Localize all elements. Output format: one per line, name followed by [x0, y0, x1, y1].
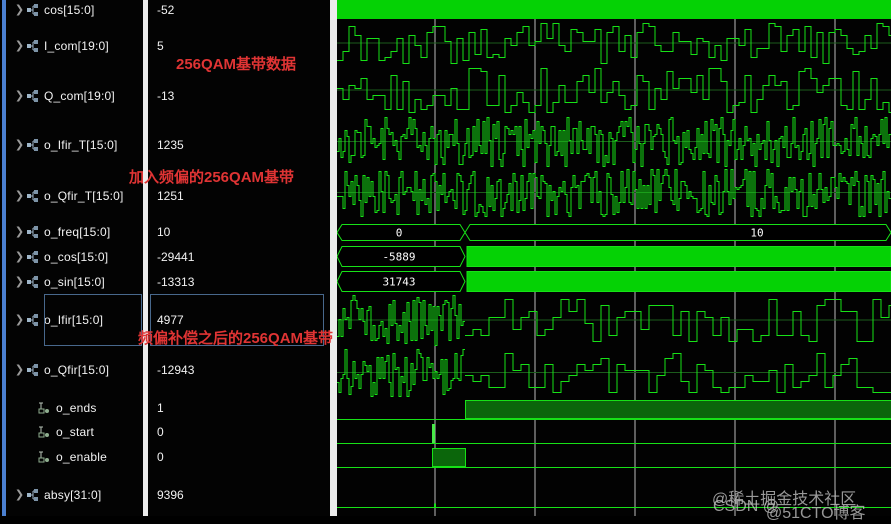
signal-value-o_cos: -29441	[157, 248, 194, 265]
signal-row-o_start[interactable]: ❯o_start	[6, 423, 94, 440]
signal-names-panel: ❯ cos[15:0] ❯ I_com[19:0] ❯ Q_com[19:0] ❯ o_Ifi…	[6, 0, 143, 516]
expand-chevron-icon[interactable]: ❯	[13, 225, 26, 238]
signal-value-o_Ifir_T: 1235	[157, 136, 184, 153]
expand-chevron-icon[interactable]: ❯	[13, 363, 26, 376]
bottom-border	[0, 516, 891, 524]
bus-signal-icon	[26, 190, 40, 202]
expand-chevron-icon[interactable]: ❯	[13, 275, 26, 288]
signal-value-label: 1235	[157, 138, 184, 152]
expand-chevron-icon[interactable]: ❯	[13, 3, 26, 16]
values-wave-splitter[interactable]	[330, 0, 337, 516]
signal-name-label: o_Qfir_T[15:0]	[44, 189, 124, 203]
signal-row-o_Ifir_T[interactable]: ❯ o_Ifir_T[15:0]	[6, 136, 118, 153]
signal-value-Q_com: -13	[157, 87, 174, 104]
signal-value-label: 9396	[157, 488, 184, 502]
svg-text:0: 0	[396, 227, 403, 240]
signal-name-label: I_com[19:0]	[44, 39, 109, 53]
signal-value-label: 5	[157, 39, 164, 53]
signal-value-label: 0	[157, 450, 164, 464]
signal-value-cos: -52	[157, 1, 174, 18]
signal-row-o_Qfir_T[interactable]: ❯ o_Qfir_T[15:0]	[6, 187, 124, 204]
signal-row-Q_com[interactable]: ❯ Q_com[19:0]	[6, 87, 115, 104]
signal-value-o_ends: 1	[157, 399, 164, 416]
watermark-51cto: @51CTO博客	[766, 499, 866, 523]
expand-chevron-icon[interactable]: ❯	[13, 138, 26, 151]
signal-name-label: Q_com[19:0]	[44, 89, 115, 103]
signal-value-label: -52	[157, 3, 174, 17]
signal-name-label: cos[15:0]	[44, 3, 95, 17]
bus-signal-icon	[26, 4, 40, 16]
expand-chevron-icon[interactable]: ❯	[13, 39, 26, 52]
signal-name-label: o_ends	[56, 401, 97, 415]
bus-signal-icon	[26, 90, 40, 102]
signal-row-I_com[interactable]: ❯ I_com[19:0]	[6, 37, 109, 54]
annotation-compensated: 频偏补偿之后的256QAM基带	[138, 327, 333, 348]
bus-signal-icon	[26, 251, 40, 263]
signal-row-o_enable[interactable]: ❯o_enable	[6, 448, 107, 465]
expand-chevron-icon[interactable]: ❯	[13, 250, 26, 263]
bus-signal-icon	[26, 139, 40, 151]
waveform-viewer-window: ❯ cos[15:0] ❯ I_com[19:0] ❯ Q_com[19:0] ❯ o_Ifi…	[0, 0, 891, 524]
signal-name-label: o_sin[15:0]	[44, 275, 105, 289]
signal-value-label: -29441	[157, 250, 194, 264]
signal-value-o_freq: 10	[157, 223, 170, 240]
signal-value-label: 1	[157, 401, 164, 415]
bus-signal-icon	[26, 364, 40, 376]
signal-value-o_Qfir: -12943	[157, 361, 194, 378]
signal-value-o_sin: -13313	[157, 273, 194, 290]
bus-signal-icon	[26, 226, 40, 238]
signal-name-label: o_Ifir_T[15:0]	[44, 138, 118, 152]
signal-row-o_ends[interactable]: ❯o_ends	[6, 399, 97, 416]
signal-value-I_com: 5	[157, 37, 164, 54]
bus-signal-icon	[26, 489, 40, 501]
scalar-signal-icon	[38, 402, 52, 414]
svg-text:-5889: -5889	[382, 251, 415, 264]
signal-name-label: o_start	[56, 425, 94, 439]
annotation-baseband: 256QAM基带数据	[176, 53, 296, 74]
signal-value-label: 1251	[157, 189, 184, 203]
signal-name-label: absy[31:0]	[44, 488, 101, 502]
annotation-freq-offset: 加入频偏的256QAM基带	[129, 166, 294, 187]
signal-row-o_Qfir[interactable]: ❯ o_Qfir[15:0]	[6, 361, 109, 378]
signal-name-label: o_freq[15:0]	[44, 225, 110, 239]
signal-name-label: o_enable	[56, 450, 107, 464]
bus-signal-icon	[26, 276, 40, 288]
signal-value-label: -12943	[157, 363, 194, 377]
scalar-signal-icon	[38, 451, 52, 463]
expand-chevron-icon[interactable]: ❯	[13, 89, 26, 102]
signal-value-o_Qfir_T: 1251	[157, 187, 184, 204]
signal-row-o_sin[interactable]: ❯ o_sin[15:0]	[6, 273, 105, 290]
signal-value-label: 0	[157, 425, 164, 439]
signal-row-o_freq[interactable]: ❯ o_freq[15:0]	[6, 223, 110, 240]
expand-chevron-icon[interactable]: ❯	[13, 313, 26, 326]
scalar-signal-icon	[38, 426, 52, 438]
signal-value-label: 10	[157, 225, 170, 239]
expand-chevron-icon[interactable]: ❯	[13, 488, 26, 501]
signal-values-panel: -525-131235125110-29441-133134977-129431…	[148, 0, 330, 516]
signal-value-label: -13	[157, 89, 174, 103]
bus-signal-icon	[26, 40, 40, 52]
signal-value-label: -13313	[157, 275, 194, 289]
waveform-canvas[interactable]: 0 10 -5889 31743	[337, 0, 891, 516]
waveform-plot: 0 10 -5889 31743	[337, 0, 891, 516]
signal-name-label: o_Qfir[15:0]	[44, 363, 109, 377]
selected-signal-name-box	[44, 294, 142, 346]
signal-value-o_start: 0	[157, 423, 164, 440]
signal-name-label: o_cos[15:0]	[44, 250, 108, 264]
bus-signal-icon	[26, 314, 40, 326]
svg-text:10: 10	[750, 227, 763, 240]
signal-row-absy[interactable]: ❯ absy[31:0]	[6, 486, 101, 503]
signal-row-cos[interactable]: ❯ cos[15:0]	[6, 1, 95, 18]
signal-value-absy: 9396	[157, 486, 184, 503]
signal-value-o_enable: 0	[157, 448, 164, 465]
svg-text:31743: 31743	[382, 276, 415, 289]
signal-row-o_cos[interactable]: ❯ o_cos[15:0]	[6, 248, 108, 265]
expand-chevron-icon[interactable]: ❯	[13, 189, 26, 202]
